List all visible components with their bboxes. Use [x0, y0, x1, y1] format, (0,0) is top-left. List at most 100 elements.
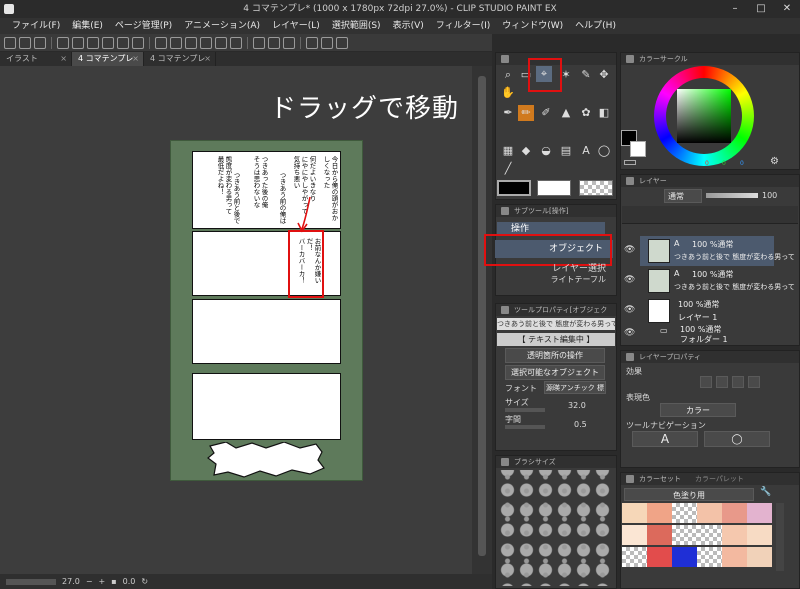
color-swatch[interactable]	[622, 503, 647, 523]
zoom-tool-icon[interactable]: ⌕	[500, 67, 516, 83]
effect-border-icon[interactable]	[700, 376, 712, 388]
grid-icon[interactable]	[283, 36, 295, 49]
size-slider[interactable]	[505, 408, 545, 412]
color-swatch[interactable]	[747, 503, 772, 523]
airbrush-tool-icon[interactable]: ▲	[558, 105, 574, 121]
color-swatch[interactable]	[697, 525, 722, 545]
close-button[interactable]: ✕	[774, 0, 800, 18]
brush-size-grid[interactable]	[498, 470, 612, 586]
snap-icon[interactable]	[253, 36, 265, 49]
font-dropdown[interactable]: 源暎アンチック 標準	[544, 381, 606, 394]
tab-illust[interactable]: イラスト ×	[0, 52, 72, 66]
color-swatch[interactable]	[747, 525, 772, 545]
subtool-lighttable[interactable]: ライトテーブル	[500, 276, 612, 284]
sub-color-chip[interactable]	[630, 141, 646, 157]
fill-tool-icon[interactable]: ◆	[518, 143, 534, 159]
brush-tool-icon[interactable]: ✐	[538, 105, 554, 121]
visibility-eye-icon[interactable]: 👁	[624, 245, 635, 255]
zoom-in-icon[interactable]	[87, 36, 99, 49]
color-swatch[interactable]	[647, 547, 672, 567]
menu-layer[interactable]: レイヤー(L)	[272, 18, 320, 34]
close-tab-icon[interactable]: ×	[132, 52, 139, 66]
frame-tool-icon[interactable]: ▦	[500, 143, 516, 159]
navigator-bar[interactable]	[6, 578, 56, 585]
opacity-value[interactable]: 100	[762, 191, 777, 200]
eraser-tool-icon[interactable]: ◧	[596, 105, 612, 121]
color-swatch[interactable]	[722, 525, 747, 545]
menu-edit[interactable]: 編集(E)	[72, 18, 103, 34]
ruler-icon[interactable]	[268, 36, 280, 49]
selectable-object-dropdown[interactable]: 選択可能なオブジェクト	[505, 365, 605, 380]
manga-panel-4[interactable]	[192, 373, 341, 440]
flip-icon[interactable]	[132, 36, 144, 49]
visibility-eye-icon[interactable]: 👁	[624, 328, 635, 338]
color-swatch[interactable]	[697, 503, 722, 523]
menu-filter[interactable]: フィルター(I)	[436, 18, 491, 34]
figure-tool-icon[interactable]: ▤	[558, 143, 574, 159]
new-icon[interactable]	[4, 36, 16, 49]
gradient-tool-icon[interactable]: ◒	[538, 143, 554, 159]
manga-panel-3[interactable]	[192, 299, 341, 364]
transparent-op-dropdown[interactable]: 透明箇所の操作	[505, 348, 605, 363]
layer-row-3[interactable]: 100 %通常 レイヤー 1	[640, 296, 774, 326]
maximize-button[interactable]: □	[748, 0, 774, 18]
color-swatch[interactable]	[697, 547, 722, 567]
saturation-value-square[interactable]	[677, 89, 731, 143]
move-tool-icon[interactable]: ✥	[596, 67, 612, 83]
blend-mode-dropdown[interactable]: 通常	[664, 189, 702, 203]
line-tool-icon[interactable]: ╱	[500, 161, 516, 177]
eyedropper-icon[interactable]: ✎	[578, 67, 594, 83]
invert-icon[interactable]	[185, 36, 197, 49]
manga-page[interactable]: 今日から俺の頭がおかしくなった 何だよいきなり にやにやしやがって 気持ち悪い …	[170, 140, 363, 481]
speech-bubble[interactable]	[206, 442, 326, 478]
manga-panel-1[interactable]: 今日から俺の頭がおかしくなった 何だよいきなり にやにやしやがって 気持ち悪い …	[192, 151, 341, 229]
layer-row-folder[interactable]: ▭ 100 %通常 フォルダー 1	[640, 324, 774, 344]
menu-page[interactable]: ページ管理(P)	[115, 18, 172, 34]
color-swatch[interactable]	[672, 547, 697, 567]
text-tool-icon[interactable]: A	[578, 143, 594, 159]
opacity-slider[interactable]	[706, 193, 758, 198]
decoration-tool-icon[interactable]: ✿	[578, 105, 594, 121]
zoom-value[interactable]: 27.0	[62, 577, 80, 586]
color-set-dropdown[interactable]: 色塗り用	[624, 488, 754, 501]
close-tab-icon[interactable]: ×	[60, 52, 67, 66]
menu-selection[interactable]: 選択範囲(S)	[332, 18, 381, 34]
workspace-icon[interactable]	[321, 36, 333, 49]
menu-animation[interactable]: アニメーション(A)	[184, 18, 260, 34]
fill-icon[interactable]	[215, 36, 227, 49]
pen-tool-icon[interactable]: ✒	[500, 105, 516, 121]
color-swatch[interactable]	[722, 547, 747, 567]
size-value[interactable]: 32.0	[568, 401, 586, 410]
check-icon[interactable]	[306, 36, 318, 49]
menu-file[interactable]: ファイル(F)	[12, 18, 60, 34]
layer-row-1[interactable]: A 100 %通常 つきあう前と後で 態度が変わる男って	[640, 236, 795, 266]
effect-mask-icon[interactable]	[748, 376, 760, 388]
hand-tool-icon[interactable]: ✋	[500, 85, 516, 101]
balloon-tool-icon[interactable]: ◯	[596, 143, 612, 159]
subtool-layer-select[interactable]: レイヤー選択	[500, 262, 612, 276]
minimize-button[interactable]: –	[722, 0, 748, 18]
visibility-eye-icon[interactable]: 👁	[624, 305, 635, 315]
transparent-chip[interactable]	[624, 160, 636, 165]
fit-icon[interactable]	[117, 36, 129, 49]
main-color-swatch[interactable]	[497, 180, 531, 196]
zoom-out-icon[interactable]: −	[86, 577, 93, 586]
menu-window[interactable]: ウィンドウ(W)	[502, 18, 563, 34]
zoom-in-icon[interactable]: +	[99, 577, 106, 586]
tab-4koma[interactable]: 4 コマテンプレ ×	[144, 52, 216, 66]
select-all-icon[interactable]	[155, 36, 167, 49]
menu-view[interactable]: 表示(V)	[393, 18, 424, 34]
color-swatch[interactable]	[672, 503, 697, 523]
tool-nav-text-button[interactable]: A	[632, 431, 698, 447]
color-settings-icon[interactable]: ⚙	[770, 156, 779, 167]
fit-icon[interactable]: ▪	[111, 577, 116, 586]
layer-row-2[interactable]: A 100 %通常 つきあう前と後で 態度が変わる男って	[640, 266, 795, 296]
color-swatch[interactable]	[622, 525, 647, 545]
tab-4koma-active[interactable]: 4 コマテンプレ*×	[72, 52, 144, 77]
zoom-out-icon[interactable]	[102, 36, 114, 49]
crop-icon[interactable]	[230, 36, 242, 49]
spacing-slider[interactable]	[505, 425, 545, 429]
undo-icon[interactable]	[19, 36, 31, 49]
deselect-icon[interactable]	[170, 36, 182, 49]
color-swatch[interactable]	[722, 503, 747, 523]
